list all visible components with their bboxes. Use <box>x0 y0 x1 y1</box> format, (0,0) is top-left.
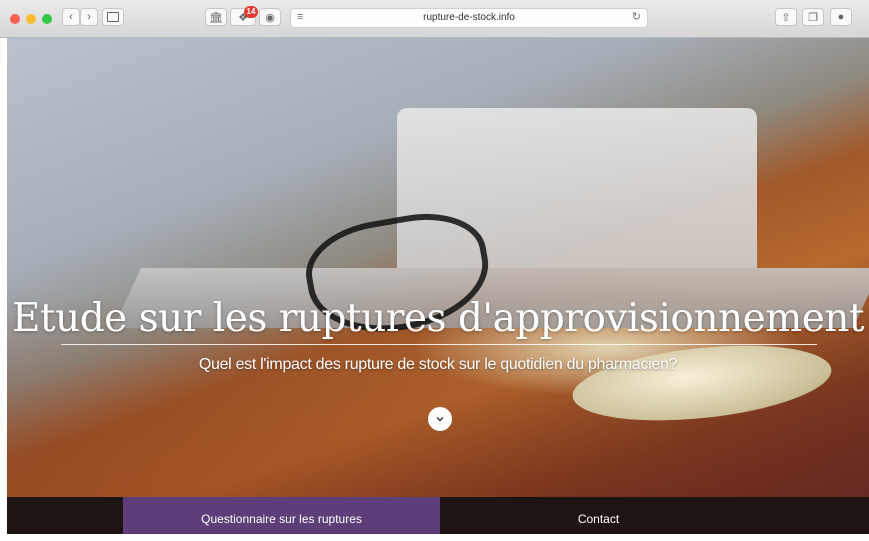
extension-badge: 14 <box>244 6 258 18</box>
hero-section: Etude sur les ruptures d'approvisionneme… <box>7 38 869 497</box>
close-window-button[interactable] <box>10 14 20 24</box>
shield-icon: ◉ <box>265 11 275 24</box>
info-extension-button[interactable]: ● <box>830 8 852 26</box>
museum-extension-button[interactable]: 🏛 <box>205 8 227 26</box>
nav-item-contact[interactable]: Contact <box>440 497 757 534</box>
minimize-window-button[interactable] <box>26 14 36 24</box>
chevron-right-icon: › <box>87 11 91 23</box>
address-bar[interactable]: ≡ rupture-de-stock.info ↻ <box>290 8 648 28</box>
tabs-icon: ❐ <box>808 11 818 24</box>
hero-divider <box>61 344 817 345</box>
chevron-left-icon: ‹ <box>69 11 73 23</box>
scroll-down-button[interactable] <box>428 407 452 431</box>
sidebar-button[interactable] <box>102 8 124 26</box>
sidebar-icon <box>107 12 119 22</box>
bank-icon: 🏛 <box>209 11 223 24</box>
info-icon: ● <box>837 11 845 23</box>
nav-item-questionnaire[interactable]: Questionnaire sur les ruptures <box>123 497 440 534</box>
share-button[interactable]: ⇧ <box>775 8 797 26</box>
reload-icon[interactable]: ↻ <box>632 10 641 23</box>
hero-subtitle: Quel est l'impact des rupture de stock s… <box>198 356 678 373</box>
mouse-image <box>569 334 835 432</box>
bottom-nav: Questionnaire sur les ruptures Contact <box>7 497 869 534</box>
hero-title: Etude sur les ruptures d'approvisionneme… <box>11 296 865 341</box>
share-icon: ⇧ <box>781 11 791 24</box>
forward-button[interactable]: › <box>80 8 98 26</box>
back-button[interactable]: ‹ <box>62 8 80 26</box>
chevron-down-icon <box>436 417 444 422</box>
zoom-window-button[interactable] <box>42 14 52 24</box>
url-text: rupture-de-stock.info <box>423 12 515 23</box>
browser-toolbar: ‹ › 🏛 ❖ 14 ◉ ≡ rupture-de-stock.info ↻ ⇧… <box>0 0 869 38</box>
privacy-extension-button[interactable]: ◉ <box>259 8 281 26</box>
tabs-button[interactable]: ❐ <box>802 8 824 26</box>
